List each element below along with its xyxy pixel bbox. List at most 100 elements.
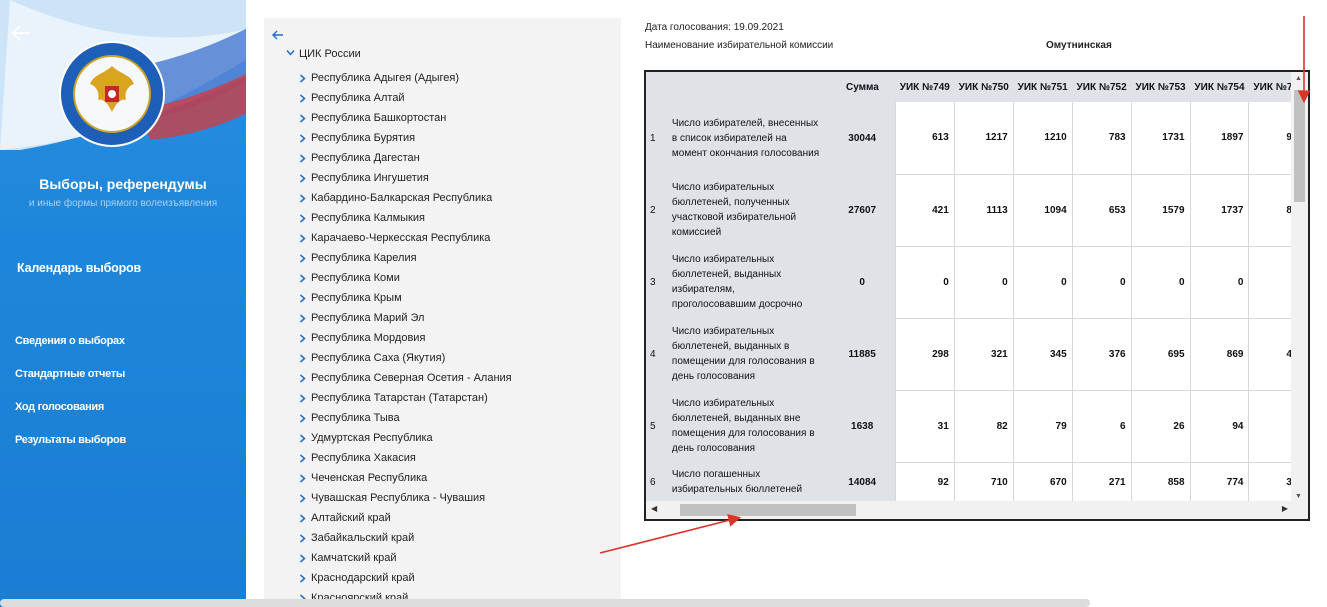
- page-horizontal-scrollbar[interactable]: [0, 599, 1090, 607]
- tree-item[interactable]: Республика Коми: [298, 268, 512, 288]
- chevron-right-icon: [300, 513, 306, 523]
- tree-item[interactable]: Кабардино-Балкарская Республика: [298, 188, 512, 208]
- scroll-down-arrow-icon[interactable]: ▼: [1295, 493, 1302, 500]
- chevron-right-icon: [300, 473, 306, 483]
- menu-item-voting-progress[interactable]: Ход голосования: [15, 401, 126, 434]
- grid-vertical-scrollbar[interactable]: ▲ ▼: [1291, 72, 1308, 503]
- chevron-right-icon: [300, 293, 306, 303]
- tree-item[interactable]: Забайкальский край: [298, 528, 512, 548]
- tree-item[interactable]: Республика Дагестан: [298, 148, 512, 168]
- table-cell: 298: [894, 318, 955, 391]
- header-num-cell: [646, 72, 668, 102]
- tree-item[interactable]: Республика Крым: [298, 288, 512, 308]
- tree-item[interactable]: Республика Бурятия: [298, 128, 512, 148]
- tree-item[interactable]: Республика Адыгея (Адыгея): [298, 68, 512, 88]
- chevron-right-icon: [300, 493, 306, 503]
- table-cell: 1217: [953, 102, 1014, 175]
- scroll-right-arrow-icon[interactable]: ▶: [1282, 504, 1288, 513]
- table-row: 2 Число избирательных бюллетеней, получен…: [646, 174, 1308, 247]
- table-row: 3 Число избирательных бюллетеней, выданны…: [646, 246, 1308, 319]
- table-cell: 0: [894, 246, 955, 319]
- menu-item-standard-reports[interactable]: Стандартные отчеты: [15, 368, 126, 401]
- table-cell: 321: [953, 318, 1014, 391]
- row-label: Число погашенных избирательных бюллетене…: [667, 462, 830, 502]
- tree-root-label: ЦИК России: [299, 48, 361, 60]
- menu-item-election-info[interactable]: Сведения о выборах: [15, 335, 126, 368]
- vertical-scroll-thumb[interactable]: [1294, 90, 1305, 202]
- row-number: 3: [646, 246, 668, 318]
- tree-item[interactable]: Чеченская Республика: [298, 468, 512, 488]
- table-cell: 695: [1130, 318, 1191, 391]
- menu-item-election-results[interactable]: Результаты выборов: [15, 434, 126, 467]
- table-cell: 858: [1130, 462, 1191, 503]
- table-cell: 1737: [1189, 174, 1249, 247]
- table-cell: 670: [1012, 462, 1073, 503]
- horizontal-scroll-thumb[interactable]: [680, 504, 856, 516]
- tree-item-label: Республика Хакасия: [311, 452, 416, 464]
- table-cell: 79: [1012, 390, 1073, 463]
- column-header[interactable]: УИК №753: [1131, 72, 1191, 102]
- row-number: 1: [646, 102, 668, 174]
- tree-item-label: Карачаево-Черкесская Республика: [311, 232, 491, 244]
- table-header-row: Сумма УИК №749 УИК №750 УИК №751 УИК №752 УИК…: [646, 72, 1308, 102]
- tree-item[interactable]: Республика Мордовия: [298, 328, 512, 348]
- tree-item[interactable]: Карачаево-Черкесская Республика: [298, 228, 512, 248]
- tree-item[interactable]: Республика Алтай: [298, 88, 512, 108]
- scroll-left-arrow-icon[interactable]: ◀: [651, 504, 657, 513]
- tree-item[interactable]: Республика Тыва: [298, 408, 512, 428]
- tree-item[interactable]: Республика Башкортостан: [298, 108, 512, 128]
- row-sum: 1638: [829, 390, 896, 462]
- column-header[interactable]: УИК №750: [954, 72, 1014, 102]
- tree-root-item[interactable]: ЦИК России: [286, 48, 361, 60]
- column-header[interactable]: УИК №754: [1190, 72, 1249, 102]
- tree-back-arrow-icon[interactable]: [271, 28, 285, 42]
- tree-item[interactable]: Республика Хакасия: [298, 448, 512, 468]
- tree-item-label: Кабардино-Балкарская Республика: [311, 192, 493, 204]
- tree-item[interactable]: Республика Карелия: [298, 248, 512, 268]
- tree-item-label: Алтайский край: [311, 512, 391, 524]
- table-cell: 1094: [1012, 174, 1073, 247]
- tree-item-label: Республика Ингушетия: [311, 172, 429, 184]
- table-cell: 613: [894, 102, 955, 175]
- tree-item[interactable]: Чувашская Республика - Чувашия: [298, 488, 512, 508]
- back-arrow-icon[interactable]: [10, 22, 32, 44]
- table-cell: 1210: [1012, 102, 1073, 175]
- tree-item-label: Республика Дагестан: [311, 152, 420, 164]
- voting-date-line: Дата голосования: 19.09.2021: [645, 22, 784, 33]
- tree-item[interactable]: Республика Калмыкия: [298, 208, 512, 228]
- sidebar: Выборы, референдумы и иные формы прямого…: [0, 0, 246, 607]
- tree-item-label: Республика Карелия: [311, 252, 417, 264]
- tree-item[interactable]: Республика Саха (Якутия): [298, 348, 512, 368]
- calendar-link[interactable]: Календарь выборов: [17, 261, 141, 275]
- chevron-right-icon: [300, 553, 306, 563]
- tree-item-label: Чеченская Республика: [311, 472, 428, 484]
- column-header[interactable]: УИК №749: [895, 72, 955, 102]
- scroll-up-arrow-icon[interactable]: ▲: [1295, 75, 1302, 82]
- column-header[interactable]: УИК №751: [1013, 72, 1073, 102]
- table-row: 4 Число избирательных бюллетеней, выданны…: [646, 318, 1308, 391]
- chevron-right-icon: [300, 213, 306, 223]
- tree-item[interactable]: Алтайский край: [298, 508, 512, 528]
- chevron-right-icon: [300, 273, 306, 283]
- tree-item[interactable]: Республика Северная Осетия - Алания: [298, 368, 512, 388]
- tree-item[interactable]: Республика Татарстан (Татарстан): [298, 388, 512, 408]
- brand-subtitle: и иные формы прямого волеизъявления: [28, 198, 218, 209]
- chevron-right-icon: [300, 353, 306, 363]
- tree-item[interactable]: Удмуртская Республика: [298, 428, 512, 448]
- tree-item[interactable]: Камчатский край: [298, 548, 512, 568]
- table-cell: 869: [1189, 318, 1249, 391]
- column-header[interactable]: УИК №752: [1072, 72, 1132, 102]
- tree-item[interactable]: Республика Марий Эл: [298, 308, 512, 328]
- row-number: 4: [646, 318, 668, 390]
- chevron-right-icon: [300, 433, 306, 443]
- tree-item[interactable]: Республика Ингушетия: [298, 168, 512, 188]
- table-cell: 0: [953, 246, 1014, 319]
- tree-item[interactable]: Краснодарский край: [298, 568, 512, 588]
- chevron-right-icon: [300, 413, 306, 423]
- header-sum: Сумма: [829, 72, 896, 102]
- table-cell: 1113: [953, 174, 1014, 247]
- chevron-right-icon: [300, 373, 306, 383]
- chevron-right-icon: [300, 173, 306, 183]
- grid-horizontal-scrollbar[interactable]: ◀ ▶: [646, 501, 1308, 519]
- table-cell: 6: [1071, 390, 1132, 463]
